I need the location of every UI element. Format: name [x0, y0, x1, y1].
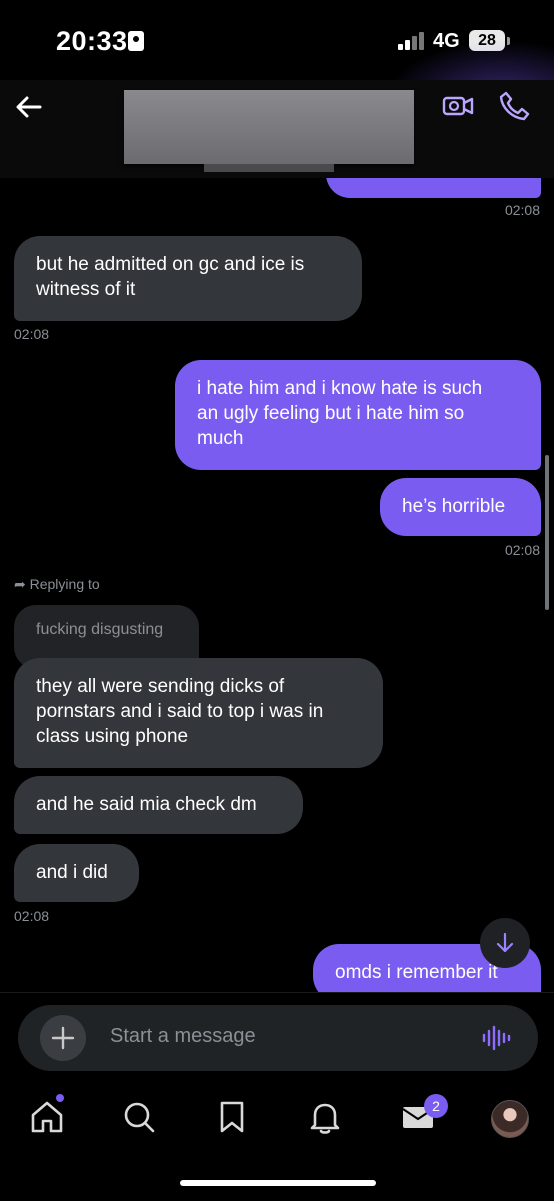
outgoing-message[interactable]: i hate him and i know hate is such an ug…	[175, 360, 541, 470]
phone-icon[interactable]	[498, 90, 530, 122]
nav-notifications[interactable]	[305, 1097, 345, 1141]
outgoing-message[interactable]: he’s horrible	[380, 478, 541, 536]
nav-search[interactable]	[119, 1097, 159, 1141]
message-composer[interactable]: Start a message	[18, 1005, 538, 1071]
message-input[interactable]: Start a message	[110, 1025, 256, 1048]
redacted-contact-name[interactable]	[124, 90, 414, 164]
message-timestamp: 02:08	[14, 908, 50, 924]
message-timestamp: 02:08	[504, 542, 540, 558]
bookmark-icon	[220, 1101, 244, 1133]
voice-waveform-icon[interactable]	[480, 1022, 512, 1054]
search-icon	[124, 1102, 155, 1133]
scrollbar[interactable]	[545, 455, 549, 610]
back-arrow-icon[interactable]	[14, 92, 44, 122]
incoming-message[interactable]: and i did	[14, 844, 139, 902]
add-attachment-button[interactable]	[40, 1015, 86, 1061]
battery-tip	[507, 37, 510, 45]
home-notification-dot	[56, 1094, 64, 1102]
incoming-message[interactable]: but he admitted on gc and ice is witness…	[14, 236, 362, 321]
reply-label-text: Replying to	[29, 576, 100, 592]
nav-home[interactable]	[27, 1097, 67, 1141]
status-time: 20:33	[56, 26, 128, 56]
home-icon	[31, 1101, 63, 1133]
redaction-shadow	[204, 164, 334, 172]
message-timestamp: 02:08	[14, 326, 50, 342]
home-indicator[interactable]	[180, 1180, 376, 1186]
nav-bookmarks[interactable]	[212, 1097, 252, 1141]
contact-card-icon	[128, 31, 144, 51]
status-bar: 20:33 4G 28	[0, 0, 554, 80]
scroll-to-bottom-button[interactable]	[480, 918, 530, 968]
arrow-down-icon	[496, 932, 514, 953]
incoming-message[interactable]: and he said mia check dm	[14, 776, 303, 834]
bell-icon	[310, 1103, 340, 1134]
network-type: 4G	[433, 30, 460, 52]
reply-indicator: ➦ Replying to	[14, 576, 100, 593]
message-timestamp: 02:08	[504, 202, 540, 218]
video-call-icon[interactable]	[442, 90, 474, 122]
battery-level: 28	[469, 30, 505, 51]
incoming-message[interactable]: they all were sending dicks of pornstars…	[14, 658, 383, 768]
conversation-header	[0, 80, 554, 178]
messages-badge: 2	[424, 1094, 448, 1118]
profile-avatar[interactable]	[491, 1100, 529, 1138]
bottom-bar: Start a message	[0, 992, 554, 1201]
signal-icon	[398, 32, 424, 50]
plus-icon	[51, 1026, 75, 1050]
reply-arrow-icon: ➦	[14, 576, 30, 592]
